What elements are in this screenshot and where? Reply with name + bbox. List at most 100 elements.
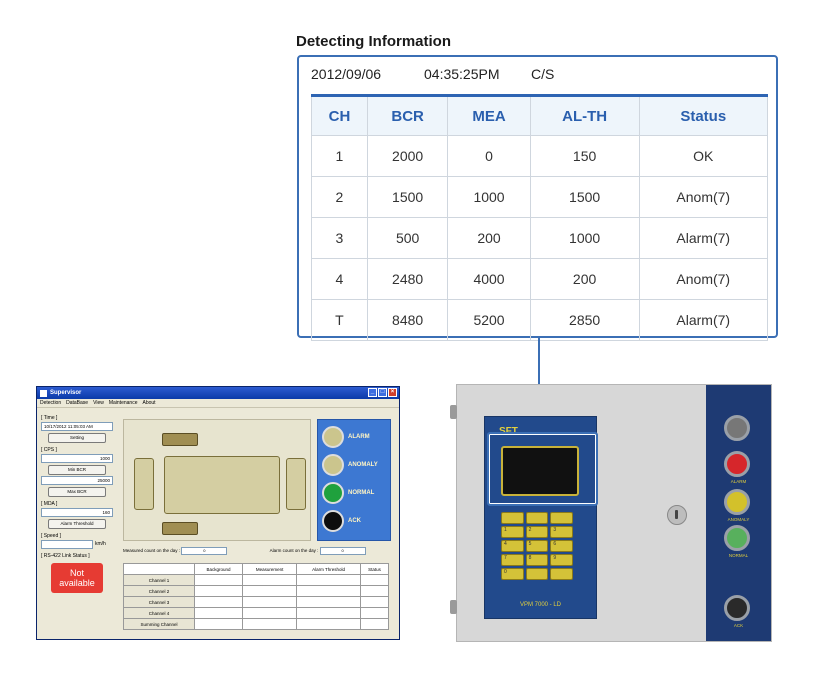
time-field[interactable]: 10/17/2012 11:05:03 AM <box>41 422 113 431</box>
alarm-count-value: 0 <box>319 547 366 555</box>
key[interactable]: 2 <box>525 526 549 538</box>
cell: 5200 <box>447 299 531 341</box>
key[interactable]: 9 <box>550 554 573 566</box>
detect-mode: C/S <box>531 66 555 82</box>
cell: Alarm(7) <box>638 299 768 341</box>
col-bcr: BCR <box>366 95 449 136</box>
menu-view[interactable]: View <box>93 400 104 406</box>
cell: 1500 <box>529 176 640 218</box>
speed-field[interactable] <box>41 540 93 549</box>
cell: 2480 <box>366 258 449 300</box>
cell: OK <box>638 135 768 177</box>
device-model: VPM 7000 - LD <box>519 602 562 608</box>
cell: 1 <box>311 135 368 177</box>
key[interactable]: 8 <box>525 554 549 566</box>
col-status: Status <box>638 95 768 136</box>
window-titlebar[interactable]: Supervisor _ □ × <box>37 387 399 399</box>
power-light-icon <box>724 415 750 441</box>
menu-about[interactable]: About <box>142 400 155 406</box>
key[interactable]: 7 <box>501 554 524 566</box>
menu-maintenance[interactable]: Maintenance <box>109 400 138 406</box>
key[interactable] <box>550 512 573 524</box>
cell: T <box>311 299 368 341</box>
detecting-info-panel: 2012/09/06 04:35:25PM C/S CH BCR MEA AL-… <box>297 55 778 341</box>
table-row: 2 1500 1000 1500 Anom(7) <box>311 176 768 218</box>
max-bcr-field[interactable]: 25000 <box>41 476 113 485</box>
alarm-light-label: ALARM <box>730 479 747 484</box>
key[interactable]: 6 <box>550 540 573 552</box>
channel-label: Channel 4 <box>122 607 196 619</box>
detector-bottom <box>162 522 198 535</box>
cell: 150 <box>529 135 640 177</box>
detector-left <box>134 458 154 510</box>
window-title: Supervisor <box>50 390 82 396</box>
maximize-icon[interactable]: □ <box>378 388 387 397</box>
link-status-button[interactable]: Not available <box>51 563 103 593</box>
supervisor-window: Supervisor _ □ × Detection DataBase View… <box>36 386 400 640</box>
cps-group-label: [ CPS ] <box>41 447 57 453</box>
measured-count-value: 0 <box>181 547 228 555</box>
ack-device-button[interactable] <box>724 595 750 621</box>
control-column: [ Time ] 10/17/2012 11:05:03 AM Setting … <box>41 411 113 593</box>
detect-date: 2012/09/06 <box>311 66 382 82</box>
menu-database[interactable]: DataBase <box>66 400 88 406</box>
key[interactable]: 0 <box>501 568 524 580</box>
anomaly-led-icon <box>322 454 344 476</box>
channel-label: Channel 2 <box>122 585 196 597</box>
header-alarm-threshold: Alarm Threshold <box>296 563 361 575</box>
status-panel: ALARM ANOMALY NORMAL ACK <box>317 419 391 541</box>
detect-time: 04:35:25PM <box>424 66 500 82</box>
menu-detection[interactable]: Detection <box>40 400 61 406</box>
detecting-info-meta: 2012/09/06 04:35:25PM C/S <box>311 66 554 82</box>
close-icon[interactable]: × <box>388 388 397 397</box>
key[interactable]: 3 <box>550 526 573 538</box>
device-cabinet: SFT 1 2 3 4 5 6 7 8 9 0 VPM 7000 - LD AL… <box>450 384 772 642</box>
channel-label: Channel 3 <box>122 596 196 608</box>
key[interactable]: 4 <box>501 540 524 552</box>
table-row: Channel 4 <box>122 607 390 619</box>
detecting-info-table: CH BCR MEA AL-TH Status 1 2000 0 150 OK … <box>311 94 768 341</box>
mda-group-label: [ MDA ] <box>41 501 58 507</box>
table-row: Channel 1 <box>122 574 390 586</box>
link-group-label: [ RS-422 Link Status ] <box>41 553 90 559</box>
hinge <box>450 600 457 614</box>
cell: 4000 <box>447 258 531 300</box>
col-ch: CH <box>311 95 368 136</box>
key[interactable] <box>501 512 524 524</box>
menu-bar: Detection DataBase View Maintenance Abou… <box>37 399 399 408</box>
ack-device-label: ACK <box>733 623 744 628</box>
cell: 200 <box>529 258 640 300</box>
max-bcr-button[interactable]: Max BCR <box>48 487 106 497</box>
alarm-led-icon <box>322 426 344 448</box>
display-highlight <box>487 432 598 506</box>
vehicle-body <box>164 456 280 514</box>
setting-button[interactable]: Setting <box>48 433 106 443</box>
detecting-info-title: Detecting Information <box>296 33 452 50</box>
table-row: Channel 3 <box>122 596 390 608</box>
channel-label: Summing Channel <box>122 618 196 630</box>
cell: Anom(7) <box>638 258 768 300</box>
key[interactable] <box>525 512 549 524</box>
keypad: 1 2 3 4 5 6 7 8 9 0 <box>501 512 573 580</box>
normal-label: NORMAL <box>348 490 375 496</box>
key[interactable] <box>550 568 573 580</box>
lock-icon[interactable] <box>667 505 687 525</box>
vehicle-layout <box>123 419 311 541</box>
key[interactable]: 1 <box>501 526 524 538</box>
minimize-icon[interactable]: _ <box>368 388 377 397</box>
key[interactable]: 5 <box>525 540 549 552</box>
detector-top <box>162 433 198 446</box>
col-alth: AL-TH <box>529 95 640 136</box>
min-bcr-button[interactable]: Min BCR <box>48 465 106 475</box>
hinge <box>450 405 457 419</box>
cell: 2000 <box>366 135 449 177</box>
header-status: Status <box>359 563 390 575</box>
key[interactable] <box>525 568 549 580</box>
table-row: Channel 2 <box>122 585 390 597</box>
mda-field[interactable]: 160 <box>41 508 113 517</box>
alarm-threshold-button[interactable]: Alarm Threshold <box>48 519 106 529</box>
detector-right <box>286 458 306 510</box>
cell: Alarm(7) <box>638 217 768 259</box>
min-bcr-field[interactable]: 1000 <box>41 454 113 463</box>
ack-button-icon[interactable] <box>322 510 344 532</box>
